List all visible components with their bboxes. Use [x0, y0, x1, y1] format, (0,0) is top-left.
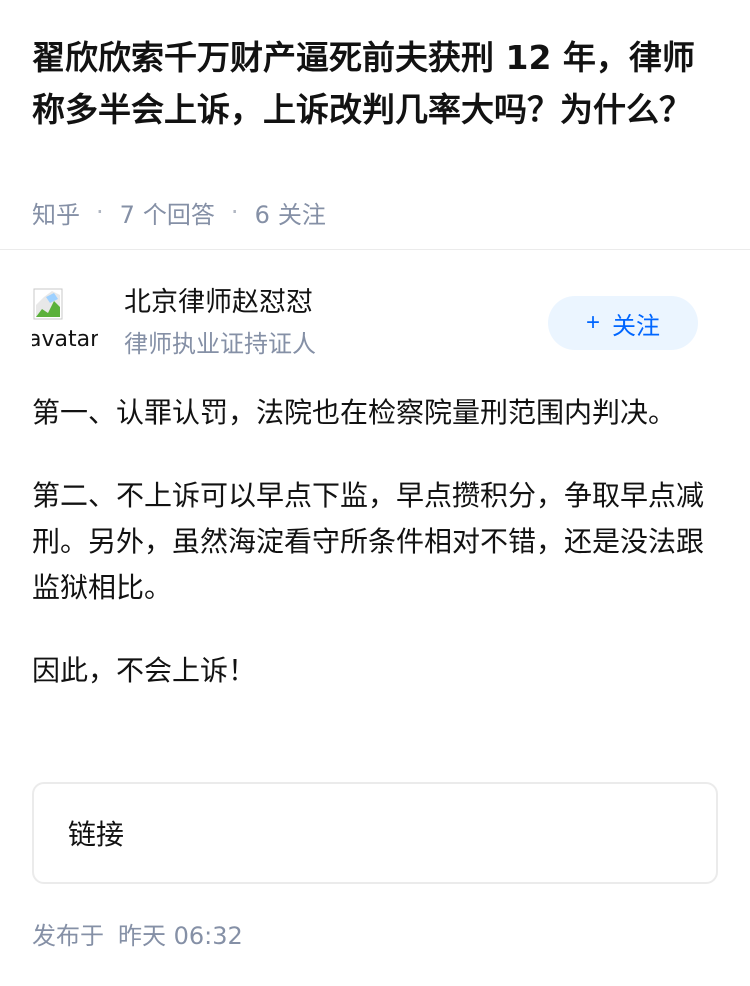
avatar[interactable]: avatar — [32, 287, 98, 353]
author-headline: 律师执业证持证人 — [124, 330, 316, 358]
question-header: 翟欣欣索千万财产逼死前夫获刑 12 年，律师称多半会上诉，上诉改判几率大吗？为什… — [0, 0, 750, 250]
link-card[interactable]: 链接 — [32, 782, 718, 884]
meta-separator-dot: · — [230, 198, 239, 226]
answer-count-link[interactable]: 7 个回答 — [120, 195, 215, 230]
answer-body: 第一、认罪认罚，法院也在检察院量刑范围内判决。 第二、不上诉可以早点下监，早点攒… — [32, 390, 722, 731]
answer-paragraph: 第二、不上诉可以早点下监，早点攒积分，争取早点减刑。另外，虽然海淀看守所条件相对… — [32, 479, 705, 604]
meta-separator-dot: · — [96, 198, 104, 226]
answer-count: 7 — [119, 200, 135, 229]
answer-paragraph: 因此，不会上诉！ — [32, 654, 257, 687]
author-row: avatar 北京律师赵怼怼 律师执业证持证人 + 关注 — [0, 251, 750, 371]
publish-prefix: 发布于 — [32, 922, 104, 950]
author-name[interactable]: 北京律师赵怼怼 — [124, 283, 313, 323]
plus-icon: + — [585, 309, 600, 336]
answer-paragraph: 第一、认罪认罚，法院也在检察院量刑范围内判决。 — [32, 396, 677, 429]
question-meta: 知乎 · 7 个回答 · 6 关注 — [32, 192, 326, 232]
question-title[interactable]: 翟欣欣索千万财产逼死前夫获刑 12 年，律师称多半会上诉，上诉改判几率大吗？为什… — [32, 32, 722, 136]
platform-label[interactable]: 知乎 — [32, 195, 80, 230]
follow-count-link[interactable]: 6 关注 — [255, 195, 326, 230]
answer-count-unit: 个回答 — [142, 200, 215, 229]
avatar-alt-text: avatar — [32, 327, 98, 352]
publish-time: 发布于 昨天 06:32 — [32, 916, 243, 956]
link-card-label: 链接 — [68, 818, 125, 851]
follow-button-label: 关注 — [612, 312, 660, 340]
publish-timestamp: 昨天 06:32 — [118, 922, 243, 950]
follow-count-unit: 关注 — [277, 200, 326, 229]
follow-count: 6 — [254, 200, 270, 229]
follow-button[interactable]: + 关注 — [548, 296, 698, 350]
